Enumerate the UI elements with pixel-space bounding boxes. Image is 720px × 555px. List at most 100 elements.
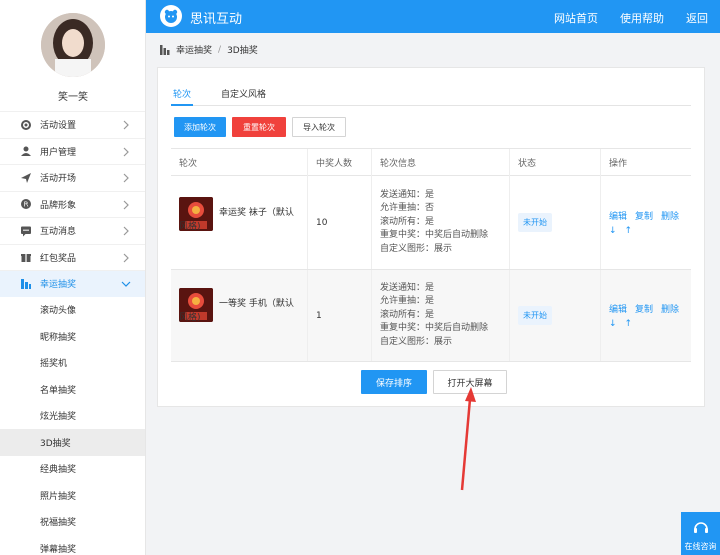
tab-rounds[interactable]: 轮次 xyxy=(171,87,194,106)
svg-text:R: R xyxy=(24,201,29,209)
prize-name-line2: 风格) xyxy=(179,222,201,232)
table-row: 一等奖 手机（默认 风格) 1 发送通知：是 允许重抽：是 滚动所有：是 重复中… xyxy=(171,270,691,362)
column-header-winners: 中奖人数 xyxy=(308,149,372,176)
annotation-arrow-icon xyxy=(460,387,476,491)
chart-icon xyxy=(160,44,170,55)
round-info: 发送通知：是 允许重抽：否 滚动所有：是 重复中奖：中奖后自动删除 自定义图形：… xyxy=(372,176,510,269)
sidebar-subitem-glare-draw[interactable]: 炫光抽奖 xyxy=(0,403,145,430)
chevron-right-icon xyxy=(123,253,129,262)
sidebar-item-label: 品牌形象 xyxy=(40,200,77,211)
sidebar-subitem-classic-draw[interactable]: 经典抽奖 xyxy=(0,456,145,483)
sidebar-subitem-list-draw[interactable]: 名单抽奖 xyxy=(0,376,145,403)
sidebar-subitem-nickname-draw[interactable]: 昵称抽奖 xyxy=(0,323,145,350)
sidebar-item-brand-image[interactable]: R 品牌形象 xyxy=(0,190,145,218)
delete-link[interactable]: 删除 xyxy=(661,302,679,315)
edit-link[interactable]: 编辑 xyxy=(609,209,627,222)
nav-help-link[interactable]: 使用帮助 xyxy=(620,10,664,26)
sidebar-item-interactive-messages[interactable]: 互动消息 xyxy=(0,217,145,244)
sidebar-item-lucky-draw[interactable]: 幸运抽奖 xyxy=(0,270,145,297)
sidebar-item-activity-settings[interactable]: 活动设置 xyxy=(0,111,145,138)
sidebar-subitem-lottery-machine[interactable]: 摇奖机 xyxy=(0,350,145,377)
chevron-right-icon xyxy=(123,173,129,183)
brand-name: 思讯互动 xyxy=(190,12,243,27)
sidebar: 笑一笑 活动设置 用户管理 活动开场 R 品牌形象 互动消息 红包奖品 幸运抽奖… xyxy=(0,0,146,555)
chat-icon xyxy=(20,225,32,237)
winner-count: 10 xyxy=(308,176,372,269)
edit-link[interactable]: 编辑 xyxy=(609,302,627,315)
reset-round-button[interactable]: 重置轮次 xyxy=(232,117,286,137)
info-line: 发送通知：是 xyxy=(380,282,435,293)
chevron-right-icon xyxy=(123,226,129,236)
sidebar-item-label: 活动开场 xyxy=(40,174,77,185)
prize-name-line1: 幸运奖 袜子（默认 xyxy=(219,208,294,218)
top-nav: 网站首页 使用帮助 返回 xyxy=(554,10,708,26)
import-round-button[interactable]: 导入轮次 xyxy=(292,117,346,137)
online-help-button[interactable]: 在线咨询 xyxy=(681,512,720,555)
sidebar-item-red-packet-prizes[interactable]: 红包奖品 xyxy=(0,243,145,271)
status-cell: 未开始 xyxy=(510,270,601,361)
table-row: 幸运奖 袜子（默认 风格) 10 发送通知：是 允许重抽：否 滚动所有：是 重复… xyxy=(171,176,691,270)
info-line: 允许重抽：否 xyxy=(380,203,435,214)
sidebar-item-activity-opening[interactable]: 活动开场 xyxy=(0,164,145,191)
breadcrumb-parent[interactable]: 幸运抽奖 xyxy=(176,43,212,56)
info-line: 重复中奖：中奖后自动删除 xyxy=(380,323,489,334)
add-round-button[interactable]: 添加轮次 xyxy=(174,117,226,137)
gift-icon xyxy=(20,251,32,263)
save-order-button[interactable]: 保存排序 xyxy=(361,370,427,394)
prize-name-line2: 风格) xyxy=(179,313,201,323)
prize-name: 一等奖 手机（默认 风格) xyxy=(179,297,304,325)
sidebar-subitem-scroll-avatar[interactable]: 滚动头像 xyxy=(0,297,145,324)
online-help-label: 在线咨询 xyxy=(684,542,717,551)
delete-link[interactable]: 删除 xyxy=(661,209,679,222)
info-line: 滚动所有：是 xyxy=(380,216,435,227)
chevron-right-icon xyxy=(123,147,129,156)
rounds-table: 轮次 中奖人数 轮次信息 状态 操作 幸运奖 袜子（默认 风格) 10 发送通知… xyxy=(171,148,691,362)
actions-cell: 编辑 复制 删除 ↓ ↑ xyxy=(601,176,691,269)
sidebar-subitem-photo-draw[interactable]: 照片抽奖 xyxy=(0,482,145,509)
user-icon xyxy=(20,145,32,157)
nav-home-link[interactable]: 网站首页 xyxy=(554,10,598,26)
main-card: 轮次 自定义风格 添加轮次 重置轮次 导入轮次 轮次 中奖人数 轮次信息 状态 … xyxy=(157,67,705,407)
info-line: 重复中奖：中奖后自动删除 xyxy=(380,230,489,241)
column-header-info: 轮次信息 xyxy=(372,149,510,176)
send-icon xyxy=(20,172,32,184)
move-up-icon[interactable]: ↑ xyxy=(625,319,633,329)
info-line: 自定义图形：展示 xyxy=(380,336,453,347)
move-down-icon[interactable]: ↓ xyxy=(609,319,617,329)
chevron-down-icon xyxy=(121,281,131,287)
logo-icon[interactable] xyxy=(160,5,182,27)
info-line: 发送通知：是 xyxy=(380,189,435,200)
chevron-right-icon xyxy=(123,200,129,209)
avatar[interactable] xyxy=(41,13,105,77)
sidebar-item-user-management[interactable]: 用户管理 xyxy=(0,137,145,165)
sidebar-subitem-3d-draw[interactable]: 3D抽奖 xyxy=(0,429,145,456)
sidebar-subitem-barrage-draw[interactable]: 弹幕抽奖 xyxy=(0,535,145,555)
copy-link[interactable]: 复制 xyxy=(635,209,653,222)
table-header: 轮次 中奖人数 轮次信息 状态 操作 xyxy=(171,149,691,176)
chart-icon xyxy=(20,278,32,290)
chevron-right-icon xyxy=(123,120,129,130)
sidebar-item-label: 互动消息 xyxy=(40,227,77,238)
column-header-round: 轮次 xyxy=(171,149,308,176)
breadcrumb-current: 3D抽奖 xyxy=(227,46,258,56)
move-up-icon[interactable]: ↑ xyxy=(625,226,633,236)
gear-icon xyxy=(20,119,32,131)
sidebar-subitem-blessing-draw[interactable]: 祝福抽奖 xyxy=(0,509,145,536)
registered-icon: R xyxy=(20,198,32,210)
tab-bar: 轮次 自定义风格 xyxy=(171,87,691,106)
status-badge: 未开始 xyxy=(518,213,552,232)
column-header-actions: 操作 xyxy=(609,159,628,169)
prize-cell: 一等奖 手机（默认 风格) xyxy=(171,270,308,361)
prize-name-line1: 一等奖 手机（默认 xyxy=(219,299,294,309)
move-down-icon[interactable]: ↓ xyxy=(609,226,617,236)
actions-cell: 编辑 复制 删除 ↓ ↑ xyxy=(601,270,691,361)
winner-count: 1 xyxy=(308,270,372,361)
copy-link[interactable]: 复制 xyxy=(635,302,653,315)
status-cell: 未开始 xyxy=(510,176,601,269)
info-line: 滚动所有：是 xyxy=(380,309,435,320)
sidebar-menu: 活动设置 用户管理 活动开场 R 品牌形象 互动消息 红包奖品 幸运抽奖 滚动头… xyxy=(0,111,145,555)
top-header: 思讯互动 网站首页 使用帮助 返回 xyxy=(146,0,720,33)
tab-custom-style[interactable]: 自定义风格 xyxy=(219,87,268,106)
nav-back-link[interactable]: 返回 xyxy=(686,10,708,26)
breadcrumb: 幸运抽奖 / 3D抽奖 xyxy=(160,43,258,56)
